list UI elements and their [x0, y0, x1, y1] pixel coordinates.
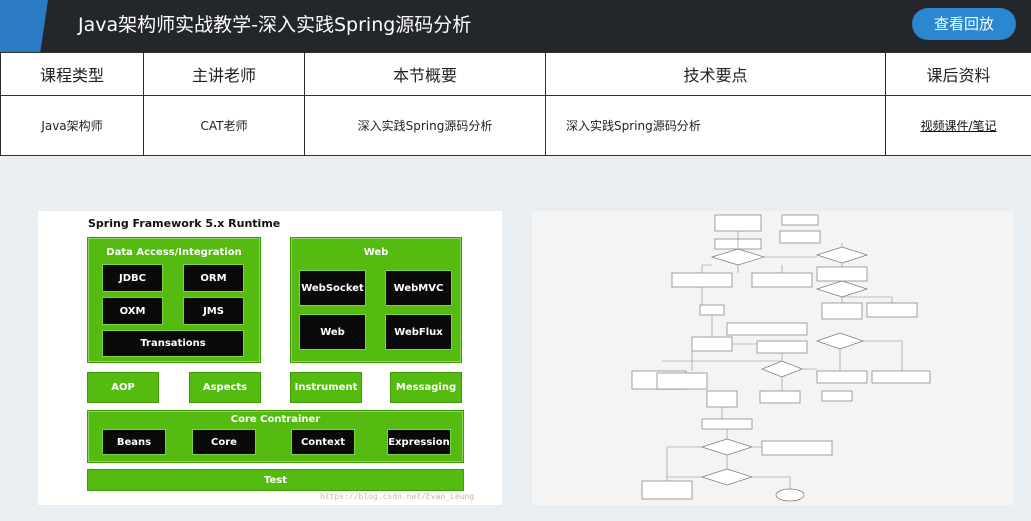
- module-expression: Expression: [387, 429, 451, 455]
- module-oxm: OXM: [102, 297, 163, 325]
- module-instrument: Instrument: [290, 372, 362, 403]
- header-summary: 本节概要: [304, 52, 546, 96]
- module-orm: ORM: [183, 264, 244, 292]
- module-jdbc: JDBC: [102, 264, 163, 292]
- header-accent: [0, 0, 48, 52]
- cell-teacher: CAT老师: [143, 95, 305, 156]
- spring-runtime-diagram: Spring Framework 5.x Runtime Data Access…: [38, 211, 502, 505]
- module-test: Test: [87, 469, 464, 491]
- module-transations: Transations: [102, 330, 244, 357]
- diagram-title: Spring Framework 5.x Runtime: [88, 217, 281, 230]
- module-core: Core: [192, 429, 256, 455]
- module-jms: JMS: [183, 297, 244, 325]
- module-beans: Beans: [102, 429, 166, 455]
- flowchart-image: [532, 211, 1014, 505]
- module-aspects: Aspects: [189, 372, 261, 403]
- module-web: Web: [299, 314, 366, 350]
- cell-course-type: Java架构师: [0, 95, 144, 156]
- module-webflux: WebFlux: [385, 314, 452, 350]
- cell-summary: 深入实践Spring源码分析: [304, 95, 546, 156]
- header-course-type: 课程类型: [0, 52, 144, 96]
- web-label: Web: [363, 247, 389, 258]
- table-header-row: 课程类型 主讲老师 本节概要 技术要点 课后资料: [0, 52, 1031, 96]
- watermark: https://blog.csdn.net/Evan_Leung: [320, 492, 475, 501]
- module-webmvc: WebMVC: [385, 270, 452, 306]
- page-title: Java架构师实战教学-深入实践Spring源码分析: [78, 14, 472, 36]
- module-messaging: Messaging: [390, 372, 462, 403]
- module-aop: AOP: [87, 372, 159, 403]
- data-access-label: Data Access/Integration: [106, 247, 242, 258]
- header-key-points: 技术要点: [545, 52, 886, 96]
- module-context: Context: [291, 429, 355, 455]
- flowchart-diagram: [631, 214, 931, 502]
- materials-link[interactable]: 视频课件/笔记: [920, 119, 996, 133]
- header-teacher: 主讲老师: [143, 52, 305, 96]
- table-row: Java架构师 CAT老师 深入实践Spring源码分析 深入实践Spring源…: [0, 95, 1031, 156]
- cell-key-points: 深入实践Spring源码分析: [545, 95, 886, 156]
- header-materials: 课后资料: [885, 52, 1031, 96]
- cell-materials: 视频课件/笔记: [885, 95, 1031, 156]
- module-websocket: WebSocket: [299, 270, 366, 306]
- course-info-table: 课程类型 主讲老师 本节概要 技术要点 课后资料 Java架构师 CAT老师 深…: [0, 52, 1031, 156]
- view-replay-button[interactable]: 查看回放: [912, 8, 1016, 40]
- page-header: Java架构师实战教学-深入实践Spring源码分析 查看回放: [0, 0, 1031, 52]
- core-container-label: Core Contrainer: [230, 414, 321, 425]
